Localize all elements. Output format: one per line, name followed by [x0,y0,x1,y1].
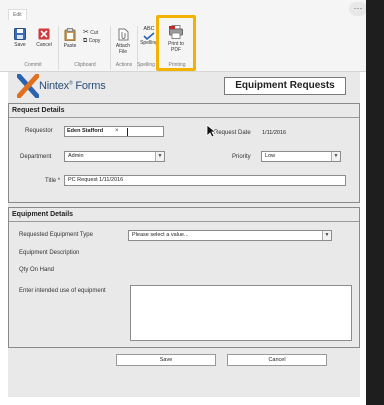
save-button[interactable]: Save [116,354,216,366]
intended-use-textarea[interactable] [130,285,352,341]
section-divider [9,221,359,222]
priority-label: Priority [232,154,251,160]
requestor-chip: Eden Stafford [67,128,104,134]
ribbon: Edit Save Cancel Commit Paste ✂ Cut ⧉ Co… [0,0,366,72]
department-label: Department [20,154,52,160]
chevron-down-icon: ▼ [331,152,340,161]
requestor-label: Requestor [25,128,53,134]
save-icon [14,28,26,40]
cut-button[interactable]: ✂ Cut [83,28,98,36]
more-options-button[interactable]: ··· [349,2,367,16]
copy-icon: ⧉ [83,38,88,44]
title-input[interactable]: PC Request 1/11/2016 [64,175,346,186]
chevron-down-icon: ▼ [322,231,331,240]
group-divider [58,26,59,70]
paste-button[interactable]: Paste [61,28,79,49]
copy-button[interactable]: ⧉ Copy [83,38,100,45]
request-date-label: Request Date [214,130,251,136]
group-label-clipboard: Clipboard [74,62,96,68]
attach-file-button[interactable]: Attach File [113,28,133,55]
brand-logo-text: Nintex® Forms [39,80,106,92]
section-divider [9,117,359,118]
text-caret [127,128,128,136]
department-select[interactable]: Admin ▼ [64,151,165,162]
clipboard-icon [64,28,76,41]
group-label-commit: Commit [24,62,42,68]
equipment-type-select[interactable]: Please select a value... ▼ [128,230,332,241]
group-label-actions: Actions [115,62,133,68]
requestor-people-picker[interactable]: Eden Stafford × [64,126,164,137]
priority-select[interactable]: Low ▼ [261,151,341,162]
equipment-description-label: Equipment Description [19,250,80,256]
form-title: Equipment Requests [224,77,346,95]
section-title-request-details: Request Details [12,107,65,114]
title-label: Title * [45,178,61,184]
attach-file-icon [118,28,129,41]
save-button[interactable]: Save [11,28,29,48]
request-date-value: 1/11/2016 [262,130,287,136]
group-divider [110,26,111,70]
cancel-button[interactable]: Cancel [227,354,327,366]
cancel-ribbon-button[interactable]: Cancel [34,28,54,48]
tab-edit[interactable]: Edit [8,9,27,20]
scissors-icon: ✂ [83,29,89,36]
remove-requestor-icon[interactable]: × [115,128,119,135]
qty-on-hand-label: Qty On Hand [19,267,55,273]
nintex-logo-icon [17,74,39,98]
intended-use-label: Enter intended use of equipment [19,288,106,294]
section-title-equipment-details: Equipment Details [12,211,74,218]
right-dark-strip [366,0,384,405]
mouse-cursor-icon [206,124,216,138]
chevron-down-icon: ▼ [155,152,164,161]
equipment-type-label: Requested Equipment Type [19,232,93,238]
close-icon [38,28,50,40]
group-label-spelling: Spelling [137,62,155,68]
print-highlight-box [156,15,196,71]
